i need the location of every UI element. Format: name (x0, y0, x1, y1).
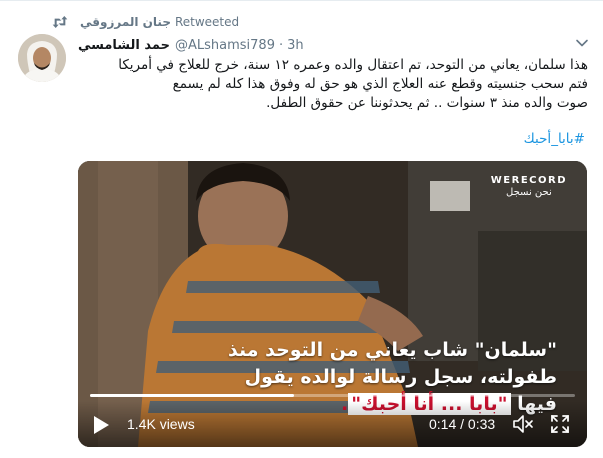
avatar-image (18, 34, 66, 82)
chevron-down-icon[interactable] (575, 36, 589, 50)
tweet-text: هذا سلمان، يعاني من التوحد، تم اعتقال وا… (78, 56, 588, 113)
author-handle[interactable]: @ALshamsi789 (175, 38, 275, 53)
retweeter-name[interactable]: جنان المرزوقي (80, 15, 171, 29)
time-readout: 0:14 / 0:33 (429, 416, 496, 432)
author-display-name[interactable]: حمد الشامسي (78, 38, 170, 53)
retweet-icon (52, 16, 68, 28)
brand-tagline: نحن نسجل (506, 187, 552, 198)
tweet-text-line: صوت والده منذ ٣ سنوات .. ثم يحدثوننا عن … (266, 95, 588, 111)
tweet-header: حمد الشامسي @ALshamsi789 · 3h (78, 36, 304, 54)
tweet-text-line: فتم سحب جنسيته وقطع عنه العلاج الذي هو ح… (172, 76, 588, 92)
werecord-logo: WERECORD نحن نسجل (491, 175, 567, 198)
fullscreen-icon[interactable] (550, 414, 570, 434)
play-icon[interactable] (92, 415, 110, 435)
progress-fill (90, 394, 294, 397)
retweeted-label: Retweeted (174, 15, 240, 29)
progress-bar[interactable] (90, 394, 575, 397)
brand-name: WERECORD (490, 175, 567, 186)
video-player[interactable]: WERECORD نحن نسجل "سلمان" شاب يعاني من ا… (78, 161, 587, 447)
caption-line: طفولته، سجل رسالة لوالده يقول (244, 366, 557, 388)
avatar[interactable] (18, 34, 66, 82)
retweet-context: جنان المرزوقي Retweeted (52, 12, 239, 32)
tweet-text-line: هذا سلمان، يعاني من التوحد، تم اعتقال وا… (118, 57, 588, 73)
top-divider (0, 0, 603, 1)
caption-line: "سلمان" شاب يعاني من التوحد منذ (227, 339, 557, 361)
header-separator: · (278, 37, 284, 53)
volume-icon[interactable] (512, 414, 534, 434)
view-count: 1.4K views (127, 416, 195, 432)
tweet-time[interactable]: 3h (287, 38, 304, 53)
hashtag-link[interactable]: #بابا_أحبك (524, 131, 585, 147)
